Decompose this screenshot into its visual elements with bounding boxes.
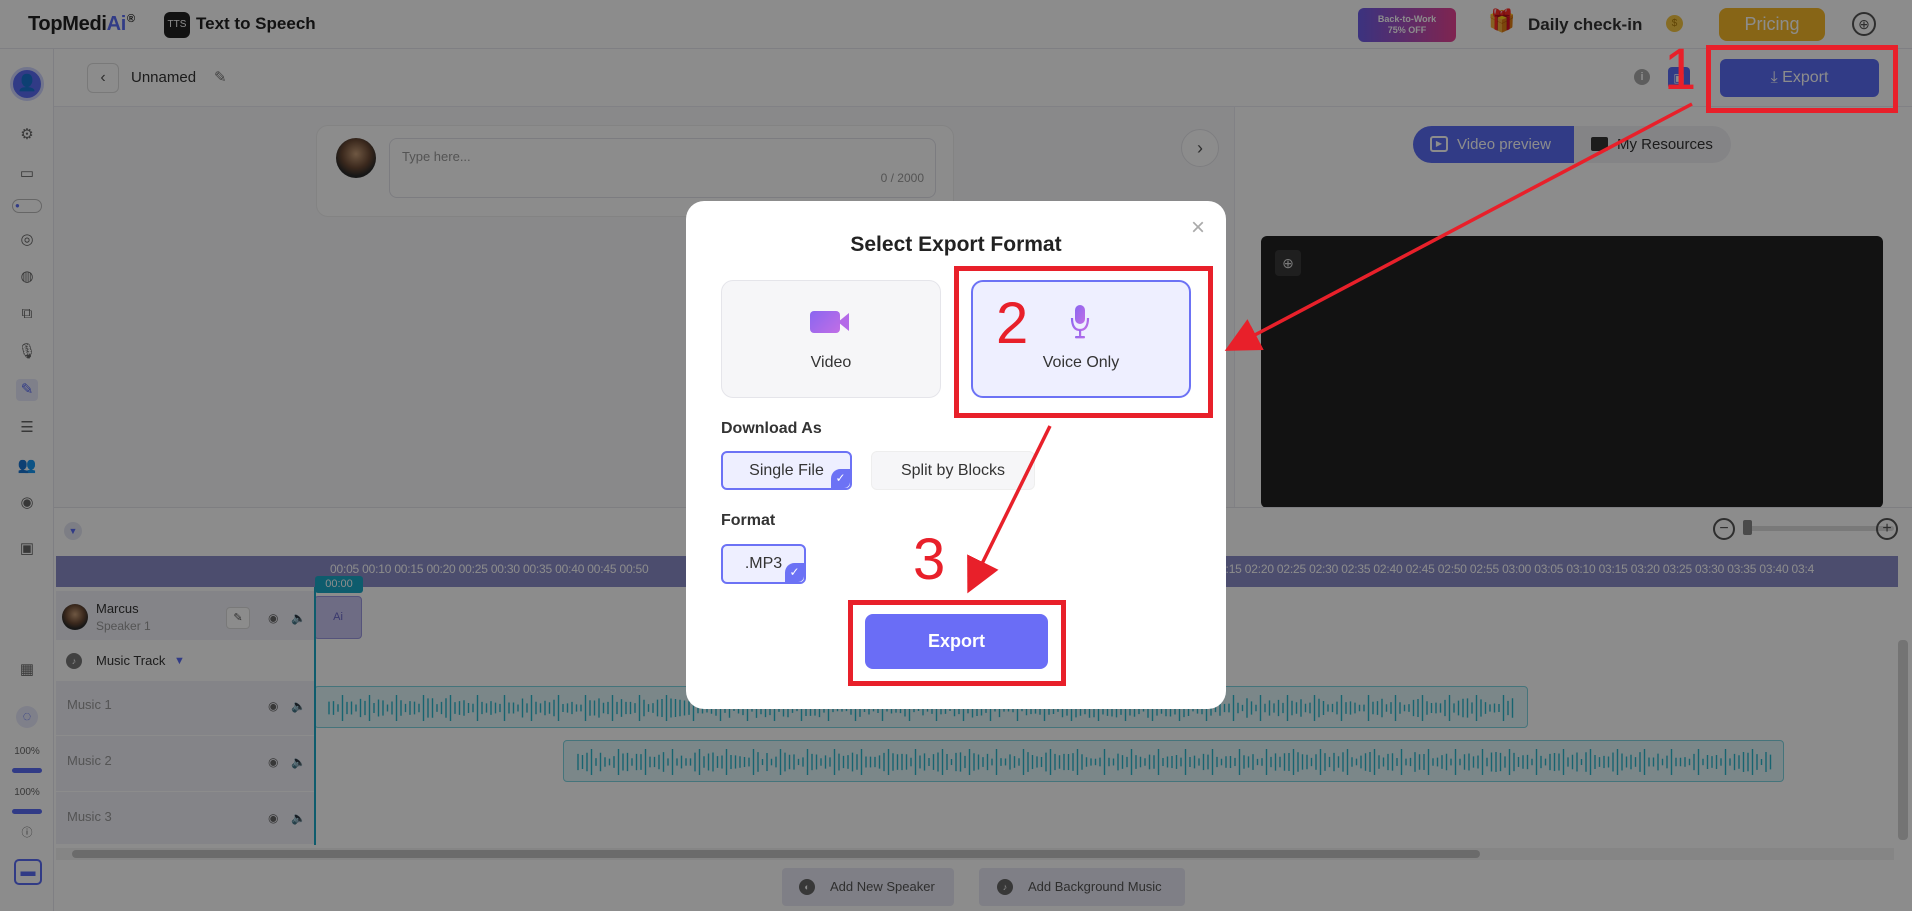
app-window: TopMediAi® TTS Text to Speech Back-to-Wo… — [0, 0, 1912, 911]
arrow-1-to-2 — [1224, 102, 1693, 351]
annotation-arrows — [967, 102, 1693, 594]
arrow-2-to-3 — [967, 425, 1052, 594]
